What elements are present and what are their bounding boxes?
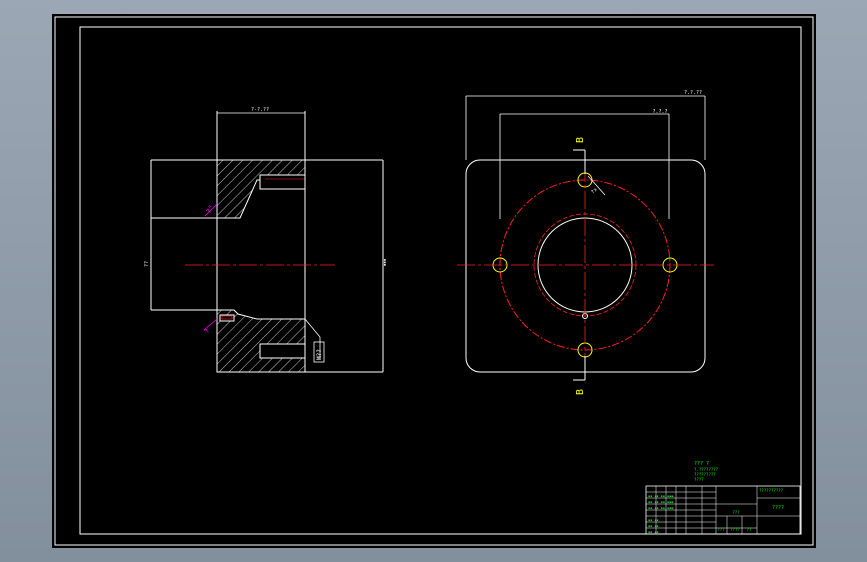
svg-text:▪▪▪: ▪▪▪ <box>382 259 387 266</box>
title-material: ???? <box>730 527 740 532</box>
title-sheet: ?? <box>747 527 752 532</box>
upper-bolt-hole <box>259 174 306 190</box>
section-view: ?-?.?? ?? ?° ? M?? ▪▪▪ <box>144 107 387 373</box>
section-left-dimension: ?? <box>144 261 150 267</box>
svg-text:▪▪ ▪▪: ▪▪ ▪▪ <box>648 524 659 528</box>
svg-text:▪▪ ▪▪: ▪▪ ▪▪ <box>648 530 659 534</box>
thread-callout: M?? <box>316 349 323 360</box>
plan-inner-dimension: ?.?.? <box>652 109 667 115</box>
hole-callout: ?x <box>590 187 599 196</box>
note-line-4: ???? <box>694 477 704 482</box>
section-top-dimension: ?-?.?? <box>251 107 269 113</box>
plan-outer-dimension: ?.?.?? <box>684 90 702 96</box>
svg-text:▪▪ ▪▪ ▪▪ ▪▪▪: ▪▪ ▪▪ ▪▪ ▪▪▪ <box>648 500 673 504</box>
plan-view: ?.?.?? ?.?.? B B ?x <box>457 90 714 395</box>
title-part-name: ???? <box>772 505 784 511</box>
title-project-label: ?????????? <box>759 488 784 493</box>
svg-text:▪▪ ▪▪ ▪▪ ▪▪▪: ▪▪ ▪▪ ▪▪ ▪▪▪ <box>648 494 673 498</box>
title-block: ▪▪ ▪▪ ▪▪ ▪▪▪ ▪▪ ▪▪ ▪▪ ▪▪▪ ▪▪ ▪▪ ▪▪ ▪▪▪ ▪… <box>645 485 801 535</box>
section-marker-top: B <box>575 137 586 143</box>
svg-text:▪▪ ▪▪ ▪▪ ▪▪▪: ▪▪ ▪▪ ▪▪ ▪▪▪ <box>648 506 673 510</box>
upper-chamfer-label: ?° <box>205 204 216 215</box>
section-marker-bottom: B <box>575 389 586 395</box>
cad-drawing-canvas[interactable]: ?-?.?? ?? ?° ? M?? ▪▪▪ ?.?.?? ?.?.? B B … <box>52 14 816 548</box>
title-drawing-number: ??? <box>732 510 740 515</box>
svg-text:▪▪ ▪▪: ▪▪ ▪▪ <box>648 518 659 522</box>
title-scale: ??? <box>717 527 725 532</box>
drawing-sheet: ?-?.?? ?? ?° ? M?? ▪▪▪ ?.?.?? ?.?.? B B … <box>52 14 816 548</box>
technical-notes: ??? ? ?.???????? ????????? ???? <box>694 461 719 482</box>
lower-bolt-hole <box>259 343 306 359</box>
lower-chamfer-label: ? <box>203 327 212 335</box>
cad-viewport[interactable]: ?-?.?? ?? ?° ? M?? ▪▪▪ ?.?.?? ?.?.? B B … <box>0 0 867 562</box>
inner-drawing-frame <box>79 26 802 535</box>
